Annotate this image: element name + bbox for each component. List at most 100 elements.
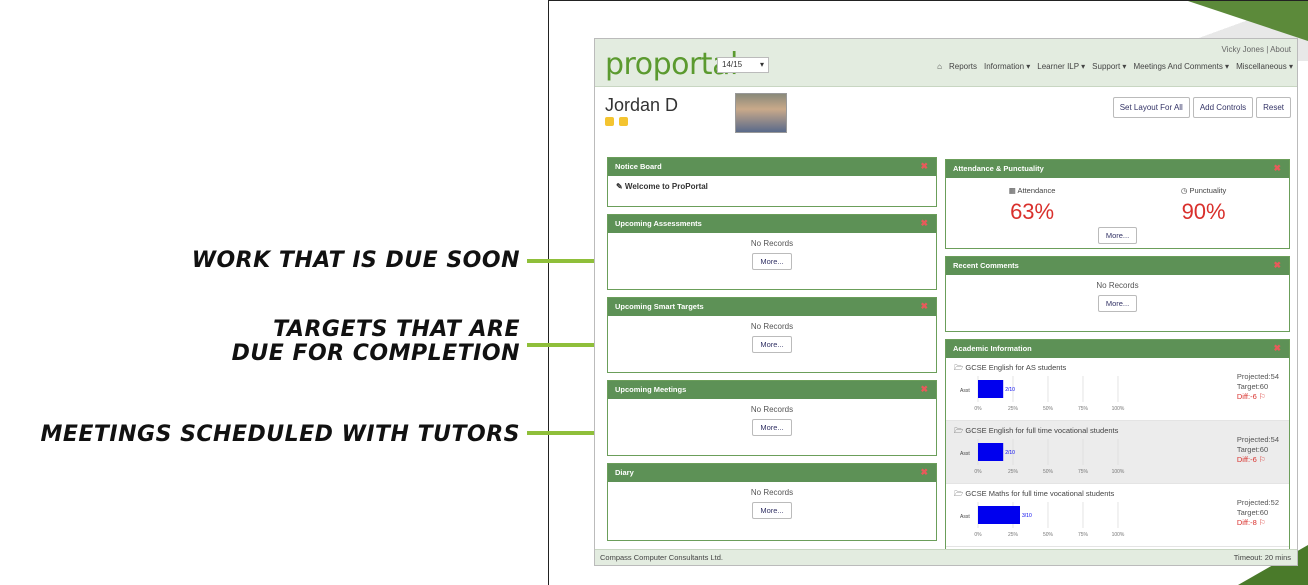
- bar-value-label: 2/10: [1005, 450, 1015, 456]
- axis-tick-label: 75%: [1078, 406, 1089, 412]
- panel-notice-board: Notice Board ✖ ✎ Welcome to ProPortal: [607, 157, 937, 207]
- bar-value-label: 3/10: [1022, 513, 1032, 519]
- panel-upcoming-meetings: Upcoming Meetings ✖ No Records More...: [607, 380, 937, 456]
- more-button[interactable]: More...: [1097, 295, 1138, 312]
- axis-tick-label: 75%: [1078, 469, 1089, 475]
- progress-chart: 0% 25% 50% 75% 100% Asst 3/10: [960, 502, 1125, 538]
- learner-name: Jordan D: [605, 95, 679, 115]
- progress-bar: [978, 380, 1004, 398]
- nav-misc[interactable]: Miscellaneous ▾: [1236, 62, 1293, 71]
- rating: [605, 117, 628, 126]
- panel-title: Recent Comments: [953, 261, 1019, 270]
- close-icon[interactable]: ✖: [1273, 163, 1281, 174]
- punctuality-value: 90%: [1181, 199, 1226, 224]
- progress-chart: 0% 25% 50% 75% 100% Asst 2/10: [960, 439, 1125, 475]
- academic-course-row[interactable]: 🗁 GCSE Maths for full time vocational st…: [946, 484, 1289, 547]
- axis-tick-label: 25%: [1008, 469, 1019, 475]
- annotation-meetings: MEETINGS SCHEDULED WITH TUTORS: [40, 422, 520, 447]
- close-icon[interactable]: ✖: [920, 218, 928, 229]
- course-title: 🗁 GCSE Maths for full time vocational st…: [954, 489, 1115, 498]
- nav-reports[interactable]: Reports: [949, 62, 977, 71]
- course-diff: Diff:-6 ⚐: [1236, 455, 1266, 464]
- punctuality-label: ◷ Punctuality: [1180, 186, 1227, 195]
- close-icon[interactable]: ✖: [1273, 260, 1281, 271]
- axis-tick-label: 50%: [1043, 469, 1054, 475]
- academic-course-row[interactable]: 🗁 GCSE English for full time vocational …: [946, 421, 1289, 484]
- course-projected: Projected:54: [1236, 372, 1279, 381]
- course-title: 🗁 GCSE English for full time vocational …: [954, 426, 1119, 435]
- axis-tick-label: 100%: [1112, 406, 1125, 412]
- bar-axis-label: Asst: [960, 451, 970, 457]
- user-menu[interactable]: Vicky Jones | About: [1221, 45, 1291, 54]
- star-icon: [605, 117, 614, 126]
- more-button[interactable]: More...: [1097, 227, 1138, 244]
- academic-course-row[interactable]: 🗁 GCSE English for AS students Projected:…: [946, 358, 1289, 421]
- layout-buttons: Set Layout For All Add Controls Reset: [1112, 97, 1291, 118]
- academic-list: 🗁 GCSE English for AS students Projected:…: [946, 358, 1289, 547]
- footer: Compass Computer Consultants Ltd. Timeou…: [595, 549, 1297, 565]
- set-layout-button[interactable]: Set Layout For All: [1112, 97, 1190, 118]
- year-select[interactable]: 14/15 ▾: [717, 57, 769, 73]
- nav-information[interactable]: Information ▾: [984, 62, 1030, 71]
- close-icon[interactable]: ✖: [1273, 343, 1281, 354]
- more-button[interactable]: More...: [752, 419, 792, 436]
- bar-value-label: 2/10: [1005, 387, 1015, 393]
- axis-tick-label: 50%: [1043, 406, 1054, 412]
- close-icon[interactable]: ✖: [920, 161, 928, 172]
- course-diff: Diff:-8 ⚐: [1236, 518, 1266, 527]
- nav-support[interactable]: Support ▾: [1092, 62, 1126, 71]
- timeout-label: Timeout: 20 mins: [1233, 553, 1291, 562]
- more-button[interactable]: More...: [752, 336, 792, 353]
- empty-text: No Records: [750, 239, 794, 248]
- course-projected: Projected:52: [1236, 498, 1279, 507]
- main-nav: ⌂ Reports Information ▾ Learner ILP ▾ Su…: [937, 62, 1293, 71]
- close-icon[interactable]: ✖: [920, 467, 928, 478]
- course-projected: Projected:54: [1236, 435, 1279, 444]
- progress-chart: 0% 25% 50% 75% 100% Asst 2/10: [960, 376, 1125, 412]
- course-target: Target:60: [1236, 445, 1269, 454]
- empty-text: No Records: [750, 405, 794, 414]
- add-controls-button[interactable]: Add Controls: [1192, 97, 1254, 118]
- panel-upcoming-smart-targets: Upcoming Smart Targets ✖ No Records More..…: [607, 297, 937, 373]
- axis-tick-label: 0%: [974, 532, 982, 538]
- course-target: Target:60: [1236, 508, 1269, 517]
- course-stats: Projected:54 Target:60 Diff:-6 ⚐: [1237, 372, 1279, 402]
- panel-title: Diary: [615, 468, 634, 477]
- empty-text: No Records: [1096, 281, 1139, 290]
- panel-title: Upcoming Smart Targets: [615, 302, 704, 311]
- star-icon: [619, 117, 628, 126]
- course-title: 🗁 GCSE English for AS students: [954, 363, 1067, 372]
- progress-bar: [978, 443, 1004, 461]
- proportal-window: proportal 14/15 ▾ Vicky Jones | About ⌂ …: [594, 38, 1298, 566]
- panel-title: Upcoming Meetings: [615, 385, 687, 394]
- panel-diary: Diary ✖ No Records More...: [607, 463, 937, 541]
- bar-axis-label: Asst: [960, 514, 970, 520]
- panel-title: Attendance & Punctuality: [953, 164, 1044, 173]
- axis-tick-label: 0%: [974, 406, 982, 412]
- axis-tick-label: 75%: [1078, 532, 1089, 538]
- nav-learner-ilp[interactable]: Learner ILP ▾: [1037, 62, 1085, 71]
- footer-company: Compass Computer Consultants Ltd.: [600, 553, 723, 562]
- panel-title: Upcoming Assessments: [615, 219, 702, 228]
- home-icon[interactable]: ⌂: [937, 62, 942, 71]
- panel-attendance: Attendance & Punctuality ✖ ▦ Attendance 63…: [945, 159, 1290, 249]
- notice-welcome[interactable]: ✎ Welcome to ProPortal: [608, 176, 936, 191]
- chevron-down-icon: ▾: [759, 60, 764, 69]
- more-button[interactable]: More...: [752, 502, 792, 519]
- close-icon[interactable]: ✖: [920, 301, 928, 312]
- axis-tick-label: 25%: [1008, 406, 1019, 412]
- panel-recent-comments: Recent Comments ✖ No Records More...: [945, 256, 1290, 332]
- panel-academic-information: Academic Information ✖ 🗁 GCSE English for…: [945, 339, 1290, 551]
- panel-upcoming-assessments: Upcoming Assessments ✖ No Records More...: [607, 214, 937, 290]
- progress-bar: [978, 506, 1020, 524]
- more-button[interactable]: More...: [752, 253, 792, 270]
- reset-button[interactable]: Reset: [1256, 97, 1291, 118]
- course-stats: Projected:54 Target:60 Diff:-6 ⚐: [1237, 435, 1279, 465]
- annotation-targets-line1: TARGETS THAT ARE: [273, 317, 520, 342]
- panel-title: Notice Board: [615, 162, 662, 171]
- bar-axis-label: Asst: [960, 388, 970, 394]
- nav-meetings[interactable]: Meetings And Comments ▾: [1133, 62, 1229, 71]
- panel-title: Academic Information: [953, 344, 1032, 353]
- close-icon[interactable]: ✖: [920, 384, 928, 395]
- annotation-work-due: WORK THAT IS DUE SOON: [191, 248, 520, 273]
